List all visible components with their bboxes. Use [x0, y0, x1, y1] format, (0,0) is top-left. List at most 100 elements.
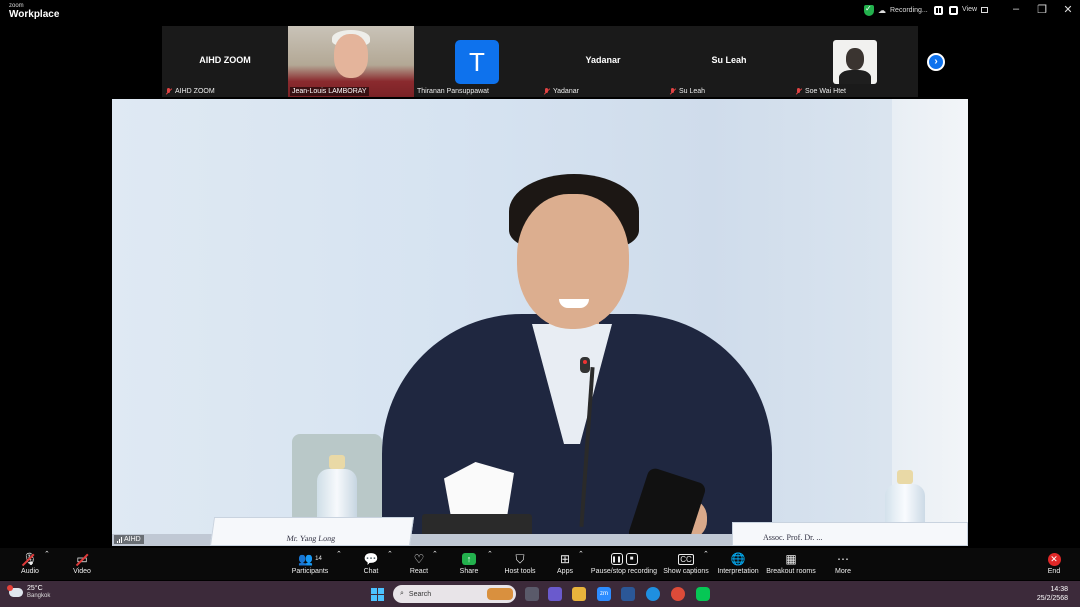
zoom-logo: zoom Workplace	[9, 3, 59, 20]
line-app-icon[interactable]	[696, 587, 710, 601]
cc-icon: CC	[678, 553, 694, 565]
apps-icon: ⊞	[559, 552, 571, 566]
meeting-toolbar: 🎙 Audio ⌃ ▭ Video 👥 14 Participants ⌃ 💬 C…	[0, 548, 1080, 580]
breakout-grid-icon: ▦	[785, 552, 797, 566]
participant-label: Yadanar	[543, 88, 579, 95]
title-bar: zoom Workplace ☁ Recording... View – ❐ ✕	[0, 0, 1080, 24]
microphone-muted-icon: 🎙	[22, 552, 38, 566]
people-icon: 👥	[298, 552, 314, 566]
react-button[interactable]: ♡ React	[408, 550, 430, 575]
weather-temp: 25°C	[27, 585, 43, 592]
audio-button[interactable]: 🎙 Audio	[18, 550, 42, 575]
participant-thumbnails: AIHD ZOOM AIHD ZOOM Jean-Louis LAMBORAY …	[162, 26, 918, 97]
system-clock[interactable]: 14:38 25/2/2568	[1037, 585, 1068, 603]
clock-date: 25/2/2568	[1036, 595, 1068, 603]
chat-button[interactable]: 💬 Chat	[360, 550, 382, 575]
recording-controls-icon: ❚❚ ■	[610, 553, 638, 565]
weather-place: Bangkok	[27, 592, 51, 599]
share-caret[interactable]: ⌃	[487, 550, 493, 558]
signal-bars-icon	[117, 536, 122, 543]
participant-label: Thiranan Pansuppawat	[417, 88, 489, 95]
chat-label: Chat	[363, 568, 379, 575]
search-highlight-icon	[487, 588, 513, 600]
participants-caret[interactable]: ⌃	[336, 550, 342, 558]
view-button[interactable]: View	[962, 6, 989, 13]
pause-recording-icon[interactable]	[933, 6, 943, 15]
host-tools-button[interactable]: ⛉ Host tools	[503, 550, 537, 576]
participant-name: Thiranan Pansuppawat	[417, 88, 489, 95]
captions-caret[interactable]: ⌃	[703, 550, 709, 558]
participant-avatar: T	[455, 40, 499, 84]
pause-stop-recording-label: Pause/stop recording	[590, 568, 658, 575]
more-button[interactable]: ⋯ More	[832, 550, 854, 575]
host-tools-label: Host tools	[504, 568, 536, 575]
participant-display-name: AIHD ZOOM	[199, 55, 251, 65]
participants-button[interactable]: 👥 14 Participants	[290, 550, 330, 575]
recording-indicator: ☁ Recording...	[864, 4, 958, 16]
speaker-name: AIHD	[124, 536, 141, 543]
participant-name: Jean-Louis LAMBORAY	[290, 87, 369, 96]
participant-tile[interactable]: T Thiranan Pansuppawat	[414, 26, 540, 97]
task-view-icon[interactable]	[525, 587, 539, 601]
mic-muted-icon	[543, 88, 550, 95]
share-button[interactable]: ↑ Share	[458, 550, 480, 575]
breakout-rooms-button[interactable]: ▦ Breakout rooms	[766, 550, 816, 575]
participant-display-name: Su Leah	[711, 55, 747, 65]
zoom-taskbar-icon[interactable]: zm	[597, 587, 611, 601]
stop-recording-icon[interactable]	[948, 6, 958, 15]
taskbar-search[interactable]: ⌕ Search	[393, 585, 516, 603]
active-speaker-video: Mr. Yang Long Assoc. Prof. Dr. ... AIHD	[112, 99, 968, 546]
end-label: End	[1047, 568, 1061, 575]
nameplate-left: Mr. Yang Long	[209, 517, 415, 546]
windows-start-icon[interactable]	[371, 588, 384, 601]
participant-tile[interactable]: Jean-Louis LAMBORAY	[288, 26, 414, 97]
recording-label: Recording...	[890, 7, 928, 14]
file-explorer-icon[interactable]	[572, 587, 586, 601]
chat-bubble-icon: 💬	[363, 552, 379, 566]
interpretation-button[interactable]: 🌐 Interpretation	[716, 550, 760, 575]
cloud-icon: ☁	[878, 6, 886, 15]
camera-off-icon: ▭	[76, 552, 88, 566]
participant-tile[interactable]: Su Leah Su Leah	[666, 26, 792, 97]
end-meeting-icon: ✕	[1047, 552, 1061, 566]
word-icon[interactable]	[621, 587, 635, 601]
pause-stop-recording-button[interactable]: ❚❚ ■ Pause/stop recording	[590, 550, 658, 575]
participant-photo	[833, 40, 877, 84]
mic-muted-icon	[795, 88, 802, 95]
end-button[interactable]: ✕ End	[1043, 550, 1065, 575]
audio-label: Audio	[21, 568, 39, 575]
chrome-icon[interactable]	[671, 587, 685, 601]
close-button[interactable]: ✕	[1060, 3, 1076, 16]
mic-muted-icon	[165, 88, 172, 95]
minimize-button[interactable]: –	[1008, 3, 1024, 15]
participant-name: Yadanar	[553, 88, 579, 95]
react-label: React	[409, 568, 429, 575]
mic-muted-icon	[669, 88, 676, 95]
apps-caret[interactable]: ⌃	[578, 550, 584, 558]
participant-tile[interactable]: Soe Wai Htet	[792, 26, 918, 97]
participant-label: AIHD ZOOM	[165, 88, 215, 95]
participant-tile[interactable]: AIHD ZOOM AIHD ZOOM	[162, 26, 288, 97]
windows-taskbar: 25°C Bangkok ⌕ Search zm 14:38 25/2/2568	[0, 581, 1080, 607]
participant-tile[interactable]: Yadanar Yadanar	[540, 26, 666, 97]
video-button[interactable]: ▭ Video	[70, 550, 94, 575]
next-page-icon[interactable]: ›	[927, 53, 945, 71]
audio-options-caret[interactable]: ⌃	[44, 550, 50, 558]
participant-display-name: Yadanar	[585, 55, 621, 65]
apps-button[interactable]: ⊞ Apps	[554, 550, 576, 575]
teams-icon[interactable]	[548, 587, 562, 601]
interpretation-label: Interpretation	[717, 568, 759, 575]
globe-icon: 🌐	[730, 552, 746, 566]
react-caret[interactable]: ⌃	[432, 550, 438, 558]
participant-name: Soe Wai Htet	[805, 88, 846, 95]
chat-caret[interactable]: ⌃	[387, 550, 393, 558]
video-label: Video	[73, 568, 91, 575]
breakout-rooms-label: Breakout rooms	[766, 568, 816, 575]
weather-widget[interactable]: 25°C Bangkok	[7, 584, 51, 599]
edge-icon[interactable]	[646, 587, 660, 601]
maximize-button[interactable]: ❐	[1034, 3, 1050, 16]
participant-label: Soe Wai Htet	[795, 88, 846, 95]
brand-big: Workplace	[9, 9, 60, 20]
speaker-label: AIHD	[114, 535, 144, 544]
ellipsis-icon: ⋯	[837, 552, 849, 566]
